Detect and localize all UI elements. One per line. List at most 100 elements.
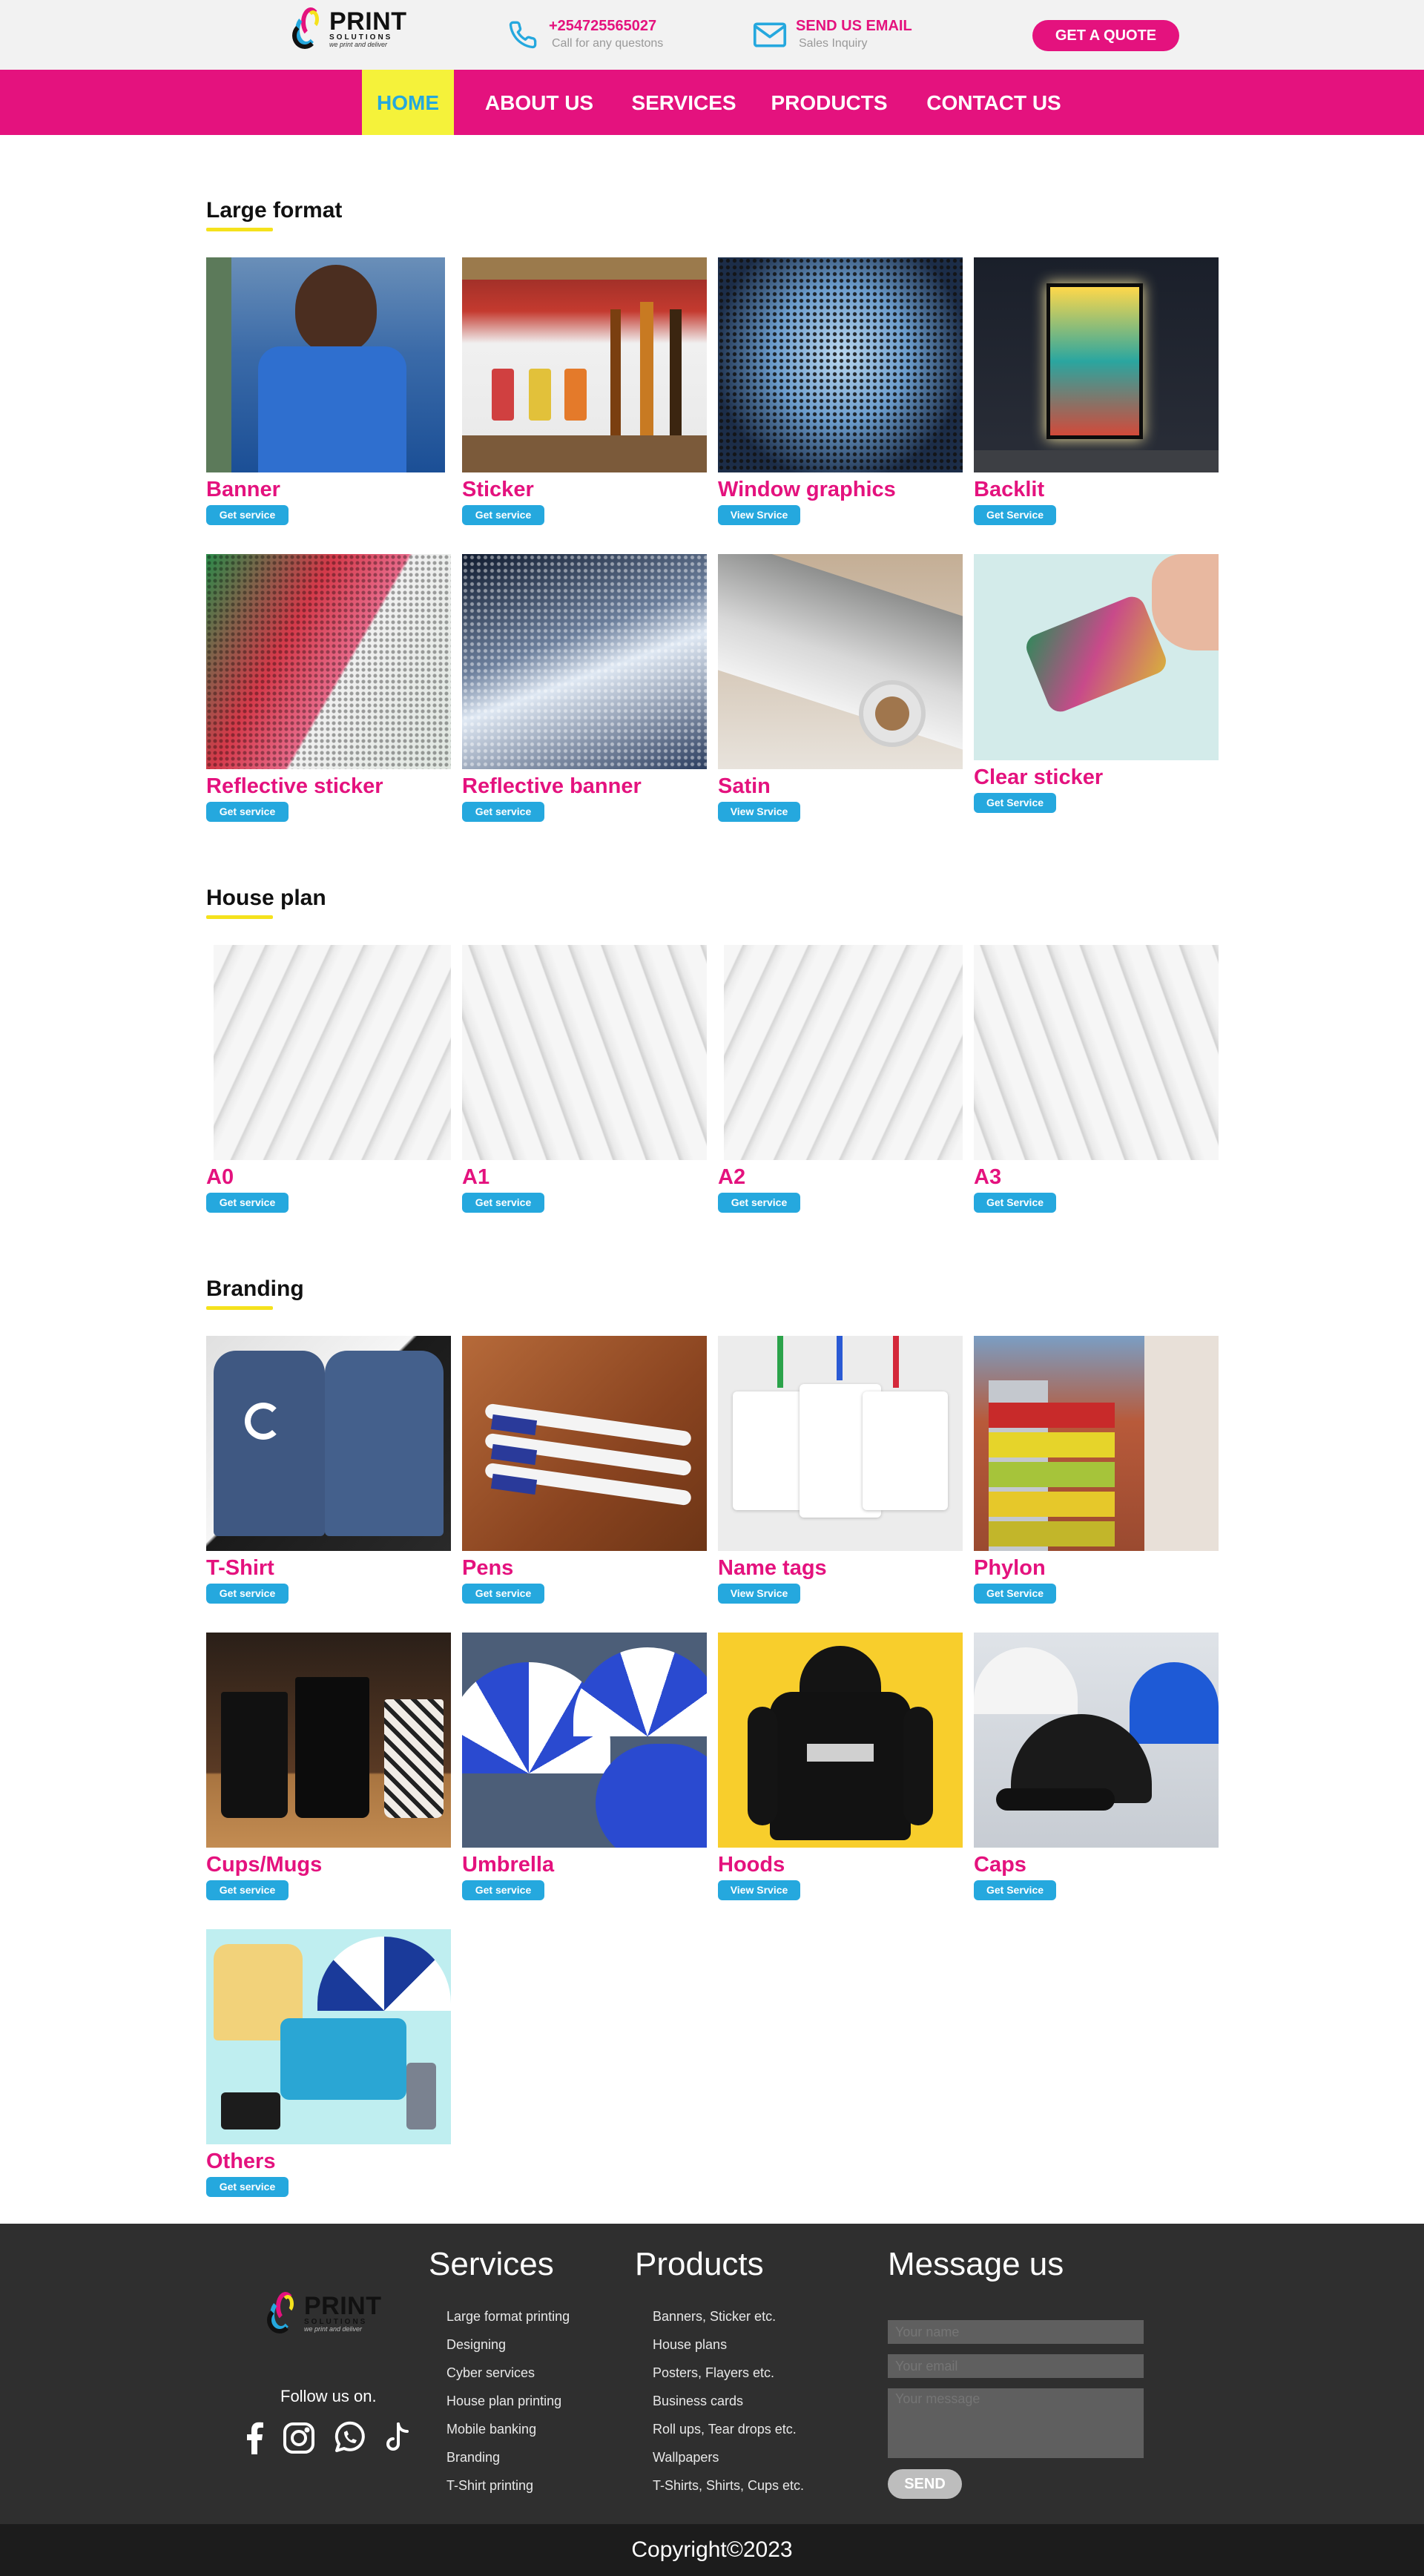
service-name: Sticker (462, 478, 534, 501)
get-service-button[interactable]: Get Service (974, 1192, 1056, 1213)
get-service-button[interactable]: Get Service (974, 1583, 1056, 1604)
get-service-button[interactable]: Get service (462, 1583, 544, 1604)
get-service-button[interactable]: Get service (462, 1192, 544, 1213)
phone-caption: Call for any questons (552, 37, 664, 50)
get-service-button[interactable]: Get service (462, 1880, 544, 1900)
nav-home[interactable]: HOME (362, 70, 454, 135)
get-service-button[interactable]: Get service (206, 504, 289, 525)
footer-product-link[interactable]: Roll ups, Tear drops etc. (653, 2415, 804, 2443)
get-service-button[interactable]: Get service (718, 1192, 800, 1213)
footer-service-link[interactable]: Cyber services (446, 2359, 570, 2387)
logo-tagline: we print and deliver (329, 40, 388, 48)
service-card-umbrella[interactable]: Umbrella Get service (462, 1633, 707, 1900)
footer-service-link[interactable]: T-Shirt printing (446, 2471, 570, 2500)
service-card-name-tags[interactable]: Name tags View Srvice (718, 1336, 963, 1604)
get-service-button[interactable]: Get service (462, 801, 544, 822)
get-service-button[interactable]: Get service (462, 504, 544, 525)
get-service-button[interactable]: Get service (206, 1192, 289, 1213)
footer-product-link[interactable]: T-Shirts, Shirts, Cups etc. (653, 2471, 804, 2500)
banner-photo (206, 257, 445, 472)
footer-product-link[interactable]: Banners, Sticker etc. (653, 2302, 804, 2330)
footer-message-title: Message us (888, 2246, 1064, 2282)
service-card-caps[interactable]: Caps Get Service (974, 1633, 1219, 1900)
footer-service-link[interactable]: House plan printing (446, 2387, 570, 2415)
get-service-button[interactable]: Get service (206, 1583, 289, 1604)
section-underline (206, 1306, 273, 1310)
pens-photo (462, 1336, 707, 1551)
service-card-hoods[interactable]: Hoods View Srvice (718, 1633, 963, 1900)
service-card-a1[interactable]: A1 Get service (462, 945, 707, 1213)
logo-word: PRINT (329, 7, 407, 36)
service-card-pens[interactable]: Pens Get service (462, 1336, 707, 1604)
service-card-phylon[interactable]: Phylon Get Service (974, 1336, 1219, 1604)
name-field[interactable] (888, 2320, 1144, 2344)
footer-service-link[interactable]: Large format printing (446, 2302, 570, 2330)
get-service-button[interactable]: Get Service (974, 504, 1056, 525)
service-name: T-Shirt (206, 1556, 274, 1580)
email-label[interactable]: SEND US EMAIL (796, 18, 912, 35)
nav-products[interactable]: PRODUCTS (764, 70, 894, 135)
section-title-house-plan: House plan (206, 886, 326, 910)
footer-product-link[interactable]: Posters, Flayers etc. (653, 2359, 804, 2387)
service-card-satin[interactable]: Satin View Srvice (718, 554, 963, 822)
service-card-sticker[interactable]: Sticker Get service (462, 257, 707, 525)
nav-about-us[interactable]: ABOUT US (478, 70, 601, 135)
footer-products-list: Banners, Sticker etc. House plans Poster… (653, 2302, 804, 2500)
get-a-quote-button[interactable]: GET A QUOTE (1032, 20, 1179, 51)
logo-subword: SOLUTIONS (329, 33, 393, 42)
service-card-reflective-banner[interactable]: Reflective banner Get service (462, 554, 707, 822)
view-service-button[interactable]: View Srvice (718, 504, 800, 525)
service-card-reflective-sticker[interactable]: Reflective sticker Get service (206, 554, 451, 822)
view-service-button[interactable]: View Srvice (718, 801, 800, 822)
phone-number[interactable]: +254725565027 (549, 18, 663, 35)
service-card-window-graphics[interactable]: Window graphics View Srvice (718, 257, 963, 525)
service-card-tshirt[interactable]: T-Shirt Get service (206, 1336, 451, 1604)
view-service-button[interactable]: View Srvice (718, 1583, 800, 1604)
footer-service-link[interactable]: Designing (446, 2330, 570, 2359)
nav-services[interactable]: SERVICES (624, 70, 743, 135)
service-card-a0[interactable]: A0 Get service (206, 945, 451, 1213)
logo-word: PRINT (304, 2291, 382, 2320)
email-contact[interactable]: SEND US EMAIL Sales Inquiry (753, 18, 912, 52)
service-name: Satin (718, 774, 771, 798)
blueprint-photo (974, 945, 1219, 1160)
footer-logo[interactable]: PRINT SOLUTIONS we print and deliver (266, 2290, 382, 2335)
service-card-a2[interactable]: A2 Get service (718, 945, 963, 1213)
service-card-banner[interactable]: Banner Get service (206, 257, 451, 525)
footer-product-link[interactable]: House plans (653, 2330, 804, 2359)
service-name: Reflective banner (462, 774, 642, 798)
get-service-button[interactable]: Get Service (974, 792, 1056, 813)
footer-services-list: Large format printing Designing Cyber se… (446, 2302, 570, 2500)
section-underline (206, 228, 273, 231)
logo-swirl-icon (266, 2290, 303, 2335)
email-field[interactable] (888, 2354, 1144, 2378)
message-field[interactable] (888, 2388, 1144, 2458)
service-name: A3 (974, 1165, 1002, 1189)
phone-contact[interactable]: +254725565027 Call for any questons (506, 18, 663, 52)
tiktok-icon[interactable] (378, 2419, 415, 2457)
sticker-photo (462, 257, 707, 472)
logo[interactable]: PRINT SOLUTIONS we print and deliver (291, 6, 407, 50)
service-card-others[interactable]: Others Get service (206, 1929, 451, 2197)
send-button[interactable]: SEND (888, 2469, 962, 2499)
footer-products-title: Products (635, 2246, 764, 2282)
service-card-clear-sticker[interactable]: Clear sticker Get Service (974, 554, 1219, 813)
get-service-button[interactable]: Get service (206, 1880, 289, 1900)
facebook-icon[interactable] (236, 2419, 273, 2457)
get-service-button[interactable]: Get service (206, 2176, 289, 2197)
footer-service-link[interactable]: Mobile banking (446, 2415, 570, 2443)
instagram-icon[interactable] (280, 2419, 317, 2457)
get-service-button[interactable]: Get Service (974, 1880, 1056, 1900)
nav-contact-us[interactable]: CONTACT US (918, 70, 1069, 135)
others-photo (206, 1929, 451, 2144)
service-card-cups[interactable]: Cups/Mugs Get service (206, 1633, 451, 1900)
footer-service-link[interactable]: Branding (446, 2443, 570, 2471)
service-card-backlit[interactable]: Backlit Get Service (974, 257, 1219, 525)
whatsapp-icon[interactable] (331, 2419, 368, 2457)
view-service-button[interactable]: View Srvice (718, 1880, 800, 1900)
section-title-branding: Branding (206, 1277, 304, 1301)
service-card-a3[interactable]: A3 Get Service (974, 945, 1219, 1213)
footer-product-link[interactable]: Wallpapers (653, 2443, 804, 2471)
footer-product-link[interactable]: Business cards (653, 2387, 804, 2415)
get-service-button[interactable]: Get service (206, 801, 289, 822)
